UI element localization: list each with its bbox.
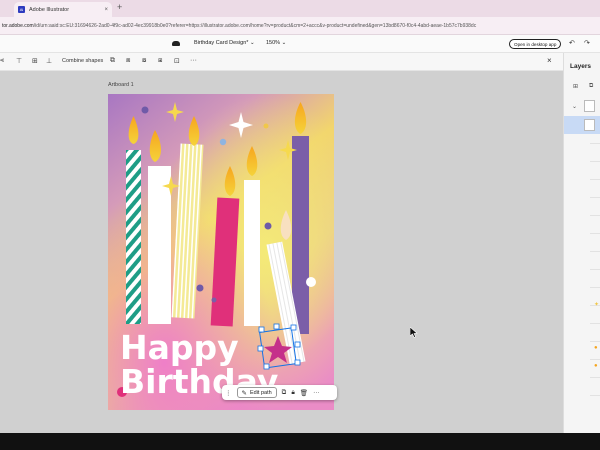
selected-layer-row[interactable]	[564, 116, 600, 134]
divide-icon[interactable]: ⊡	[174, 57, 180, 65]
artboard-label[interactable]: Artboard 1	[108, 82, 134, 88]
dot	[264, 222, 272, 230]
url-path: /id/urn:aaid:sc:EU:31694626-2ad0-4f9c-ad…	[33, 22, 477, 29]
lock-icon[interactable]: 🔒︎	[291, 389, 294, 397]
dot	[196, 284, 204, 292]
add-layer-icon[interactable]: ⊞	[573, 83, 578, 90]
app-header: Birthday Card Design* ⌄ 150% ⌄ Open in d…	[0, 35, 600, 53]
layer-row[interactable]	[590, 251, 600, 252]
star-layer-icon: ✦	[594, 302, 600, 308]
layer-row[interactable]	[590, 269, 600, 270]
layers-panel-title: Layers	[570, 63, 591, 70]
combine-shapes-label[interactable]: Combine shapes	[62, 58, 103, 64]
layer-row[interactable]	[590, 377, 600, 378]
edit-path-label: Edit path	[249, 389, 272, 396]
url-host: tor.adobe.com	[2, 22, 34, 29]
layers-panel: Layers ⊞ ⧉ ⌄ ✦ ● ●	[563, 53, 600, 433]
layer-row[interactable]	[590, 359, 600, 360]
floating-selection-toolbar: ⋮ ✎ Edit path ⧉ 🔒︎ 🗑︎ ···	[222, 385, 337, 400]
edit-path-button[interactable]: ✎ Edit path	[236, 387, 277, 398]
tab-close-icon[interactable]: ×	[104, 7, 108, 13]
minus-front-icon[interactable]: ⧈	[126, 57, 130, 65]
flame-layer-icon: ●	[594, 363, 598, 369]
more-options-icon[interactable]: ···	[190, 57, 197, 64]
layer-row[interactable]	[590, 233, 600, 234]
layer-row[interactable]	[590, 197, 600, 198]
dot	[306, 277, 316, 287]
context-toolbar: ⫷ ⊤ ⊞ ⊥ Combine shapes ⧉ ⧈ ⧇ ⧆ ⊡ ··· ×	[0, 53, 563, 71]
duplicate-icon[interactable]: ⧉	[282, 389, 287, 397]
exclude-icon[interactable]: ⧆	[158, 57, 162, 65]
mouse-cursor-icon	[410, 327, 418, 338]
align-top-icon[interactable]: ⊤	[16, 57, 22, 65]
browser-tab[interactable]: Ai Adobe Illustrator ×	[14, 2, 112, 17]
chevron-down-icon: ⌄	[281, 40, 287, 46]
document-title: Birthday Card Design*	[194, 40, 249, 46]
candle-violet[interactable]	[292, 102, 309, 334]
undo-icon[interactable]: ↶	[569, 39, 575, 47]
zoom-level: 150%	[266, 40, 281, 46]
dot	[141, 106, 149, 114]
illustrator-app-icon: Ai	[18, 6, 25, 13]
align-left-icon[interactable]: ⫷	[0, 57, 4, 65]
layer-row[interactable]	[590, 179, 600, 180]
layer-row[interactable]	[590, 341, 600, 342]
browser-tab-bar: Ai Adobe Illustrator × +	[0, 0, 600, 17]
layer-row[interactable]	[590, 143, 600, 144]
dot	[211, 297, 217, 303]
drag-handle-icon[interactable]: ⋮	[225, 389, 232, 397]
layer-row[interactable]	[590, 395, 600, 396]
new-tab-button[interactable]: +	[117, 2, 122, 12]
layer-row[interactable]	[590, 215, 600, 216]
delete-icon[interactable]: 🗑︎	[300, 389, 308, 397]
layer-row[interactable]	[590, 287, 600, 288]
address-bar[interactable]: tor.adobe.com/id/urn:aaid:sc:EU:31694626…	[0, 17, 600, 35]
intersect-icon[interactable]: ⧇	[142, 57, 146, 65]
artboard[interactable]: Happy Birthday	[108, 94, 334, 410]
layer-thumbnail	[584, 119, 595, 131]
taskbar	[0, 433, 600, 450]
unite-icon[interactable]: ⧉	[110, 57, 115, 65]
layer-row[interactable]	[590, 161, 600, 162]
birthday-card-artwork[interactable]: Happy Birthday	[108, 94, 334, 410]
align-bottom-icon[interactable]: ⊥	[46, 57, 52, 65]
pen-icon: ✎	[241, 389, 247, 397]
layer-thumbnail[interactable]	[584, 100, 595, 112]
flame-layer-icon: ●	[594, 345, 598, 351]
document-title-menu[interactable]: Birthday Card Design* ⌄	[194, 40, 255, 46]
close-toolbar-icon[interactable]: ×	[547, 56, 552, 65]
dot	[219, 138, 227, 146]
chevron-down-icon: ⌄	[249, 40, 255, 46]
open-in-desktop-button[interactable]: Open in desktop app	[509, 39, 562, 49]
duplicate-layer-icon[interactable]: ⧉	[589, 83, 593, 90]
chevron-down-icon[interactable]: ⌄	[572, 103, 577, 110]
layer-row[interactable]	[590, 323, 600, 324]
zoom-menu[interactable]: 150% ⌄	[266, 40, 286, 46]
redo-icon[interactable]: ↷	[584, 39, 590, 47]
dot	[263, 123, 269, 129]
align-middle-icon[interactable]: ⊞	[32, 57, 38, 65]
cloud-icon[interactable]	[172, 41, 180, 46]
tab-title: Adobe Illustrator	[29, 6, 70, 13]
more-options-icon[interactable]: ···	[313, 389, 320, 396]
